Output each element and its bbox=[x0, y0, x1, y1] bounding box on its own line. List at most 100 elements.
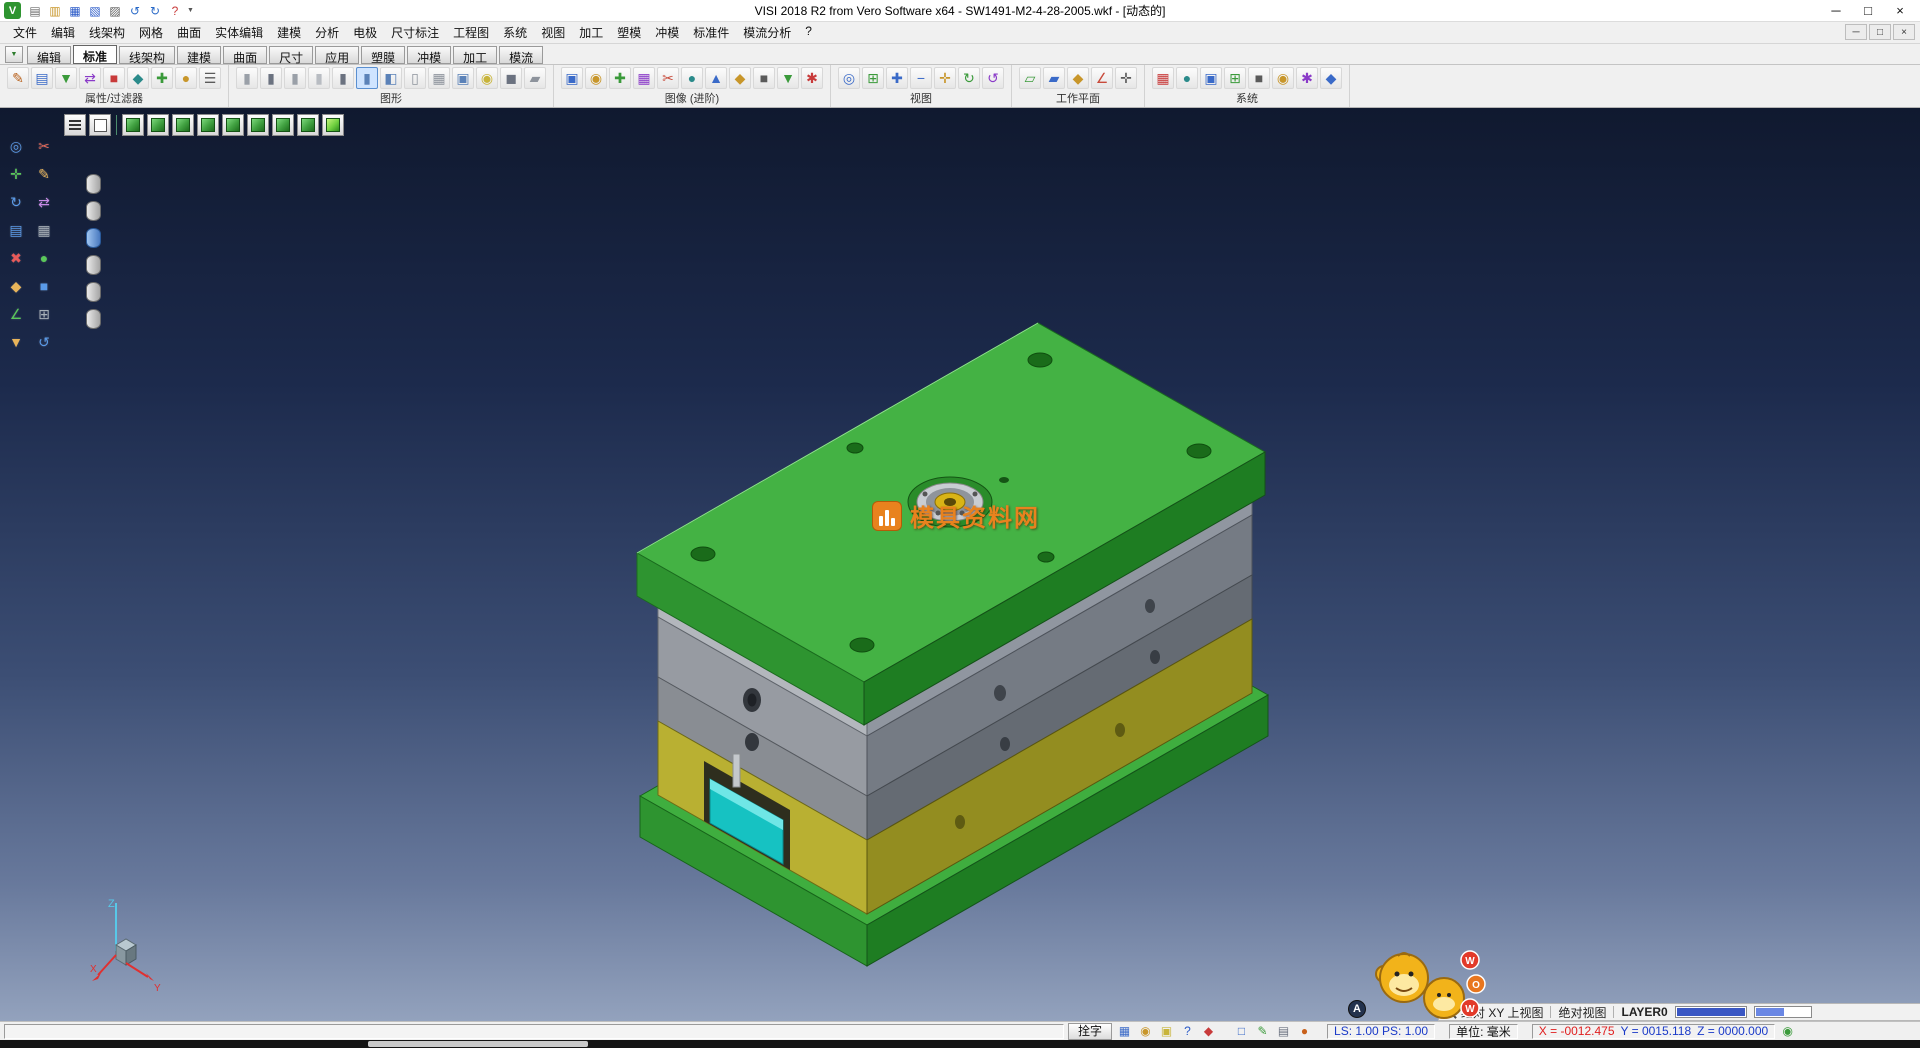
mirror-icon[interactable]: ⇄ bbox=[34, 192, 54, 212]
help-icon[interactable]: ? bbox=[166, 2, 184, 20]
new-file-icon[interactable]: ▤ bbox=[26, 2, 44, 20]
render-icon[interactable]: ▰ bbox=[524, 67, 546, 89]
settings-icon[interactable]: ✱ bbox=[1296, 67, 1318, 89]
minimize-button[interactable]: ─ bbox=[1820, 1, 1852, 21]
tab-dropdown-icon[interactable]: ▼ bbox=[5, 46, 23, 63]
tab-mold[interactable]: 塑膜 bbox=[361, 46, 405, 64]
menu-item[interactable]: 分析 bbox=[308, 22, 346, 43]
background-icon[interactable]: ▣ bbox=[452, 67, 474, 89]
undo-icon[interactable]: ↺ bbox=[126, 2, 144, 20]
notes-icon[interactable]: ▼ bbox=[6, 332, 26, 352]
menu-item[interactable]: 系统 bbox=[496, 22, 534, 43]
tab-application[interactable]: 应用 bbox=[315, 46, 359, 64]
globe-icon[interactable]: ● bbox=[1176, 67, 1198, 89]
type-filter-icon[interactable]: ◆ bbox=[127, 67, 149, 89]
menu-item[interactable]: 标准件 bbox=[686, 22, 736, 43]
view-right-icon[interactable] bbox=[222, 114, 244, 136]
menu-item[interactable]: 冲模 bbox=[648, 22, 686, 43]
save-all-icon[interactable]: ▧ bbox=[86, 2, 104, 20]
layers-panel-icon[interactable]: ▤ bbox=[6, 220, 26, 240]
menu-item[interactable]: ? bbox=[798, 22, 819, 43]
view-left-icon[interactable] bbox=[197, 114, 219, 136]
quick-access-caret-icon[interactable]: ▼ bbox=[187, 7, 194, 14]
open-file-icon[interactable]: ▥ bbox=[46, 2, 64, 20]
hidden-line-mode-icon[interactable]: ▮ bbox=[332, 67, 354, 89]
zoom-out-icon[interactable]: − bbox=[910, 67, 932, 89]
image-diamond-icon[interactable]: ◆ bbox=[729, 67, 751, 89]
image-grid-icon[interactable]: ▦ bbox=[633, 67, 655, 89]
workplane-angle-icon[interactable]: ∠ bbox=[1091, 67, 1113, 89]
menu-item[interactable]: 编辑 bbox=[44, 22, 82, 43]
view-frame-icon[interactable] bbox=[89, 114, 111, 136]
menu-item[interactable]: 塑模 bbox=[610, 22, 648, 43]
viewport-canvas[interactable]: ◎✂✛✎↻⇄▤▦✖●◆■∠⊞▼↺ 模具资料网 Z X Y 绝对 XY 上视图 绝… bbox=[0, 108, 1920, 1021]
menu-item[interactable]: 网格 bbox=[132, 22, 170, 43]
workplane-xz-icon[interactable]: ▰ bbox=[1043, 67, 1065, 89]
grid-icon[interactable]: ⊞ bbox=[1224, 67, 1246, 89]
image-point-icon[interactable]: ● bbox=[681, 67, 703, 89]
shaded-mode-icon[interactable]: ▮ bbox=[260, 67, 282, 89]
status-folder-icon[interactable]: ▣ bbox=[1158, 1023, 1175, 1040]
measure-icon[interactable]: ✛ bbox=[6, 164, 26, 184]
visibility-toggle-4[interactable] bbox=[86, 255, 101, 275]
status-doc-icon[interactable]: ▤ bbox=[1275, 1023, 1292, 1040]
zoom-window-icon[interactable]: ◎ bbox=[6, 136, 26, 156]
tab-flow[interactable]: 模流 bbox=[499, 46, 543, 64]
view-list-icon[interactable] bbox=[64, 114, 86, 136]
view-back-icon[interactable] bbox=[172, 114, 194, 136]
workplane-xy-icon[interactable]: ▱ bbox=[1019, 67, 1041, 89]
attributes-icon[interactable]: ◆ bbox=[6, 276, 26, 296]
status-world-icon[interactable]: ● bbox=[1296, 1023, 1313, 1040]
workplane-yz-icon[interactable]: ◆ bbox=[1067, 67, 1089, 89]
tab-standard[interactable]: 标准 bbox=[73, 45, 117, 64]
status-snap-icon[interactable]: ◆ bbox=[1200, 1023, 1217, 1040]
workplane-reset-icon[interactable]: ✛ bbox=[1115, 67, 1137, 89]
image-block-icon[interactable]: ■ bbox=[753, 67, 775, 89]
group-icon[interactable]: ■ bbox=[34, 276, 54, 296]
add-filter-icon[interactable]: ✚ bbox=[151, 67, 173, 89]
pan-icon[interactable]: ✛ bbox=[934, 67, 956, 89]
menu-item[interactable]: 模流分析 bbox=[736, 22, 798, 43]
shaded-edges-mode-icon[interactable]: ▮ bbox=[284, 67, 306, 89]
layers-icon[interactable]: ▤ bbox=[31, 67, 53, 89]
visibility-toggle-6[interactable] bbox=[86, 309, 101, 329]
menu-item[interactable]: 曲面 bbox=[170, 22, 208, 43]
status-monitor-icon[interactable]: □ bbox=[1233, 1023, 1250, 1040]
status-color-icon[interactable]: ◉ bbox=[1137, 1023, 1154, 1040]
visibility-toggle-2[interactable] bbox=[86, 201, 101, 221]
visibility-toggle-5[interactable] bbox=[86, 282, 101, 302]
menu-item[interactable]: 视图 bbox=[534, 22, 572, 43]
menu-item[interactable]: 建模 bbox=[270, 22, 308, 43]
app-logo-icon[interactable]: V bbox=[4, 2, 21, 19]
color-filter-icon[interactable]: ■ bbox=[103, 67, 125, 89]
visibility-toggle-3[interactable] bbox=[86, 228, 101, 248]
child-close-button[interactable]: × bbox=[1893, 24, 1915, 40]
status-help-icon[interactable]: ? bbox=[1179, 1023, 1196, 1040]
image-up-icon[interactable]: ▲ bbox=[705, 67, 727, 89]
match-properties-icon[interactable]: ⇄ bbox=[79, 67, 101, 89]
text-lock-button[interactable]: 拴字 bbox=[1068, 1023, 1112, 1040]
snap-grid-icon[interactable]: ⊞ bbox=[34, 304, 54, 324]
image-new-icon[interactable]: ▣ bbox=[561, 67, 583, 89]
close-button[interactable]: × bbox=[1884, 1, 1916, 21]
rotate-icon[interactable]: ↻ bbox=[6, 192, 26, 212]
previous-view-icon[interactable]: ↺ bbox=[982, 67, 1004, 89]
save-icon[interactable]: ▦ bbox=[66, 2, 84, 20]
wireframe-mode-icon[interactable]: ▮ bbox=[236, 67, 258, 89]
trim-icon[interactable]: ✂ bbox=[34, 136, 54, 156]
menu-item[interactable]: 电极 bbox=[346, 22, 384, 43]
view-bottom-icon[interactable] bbox=[272, 114, 294, 136]
refresh-icon[interactable]: ↺ bbox=[34, 332, 54, 352]
zoom-fit-icon[interactable]: ◎ bbox=[838, 67, 860, 89]
delete-icon[interactable]: ✖ bbox=[6, 248, 26, 268]
world-icon[interactable]: ◉ bbox=[1779, 1023, 1796, 1040]
menu-item[interactable]: 工程图 bbox=[446, 22, 496, 43]
section-view-icon[interactable]: ◧ bbox=[380, 67, 402, 89]
reflection-icon[interactable]: ▯ bbox=[404, 67, 426, 89]
visibility-toggle-1[interactable] bbox=[86, 174, 101, 194]
calculator-icon[interactable]: ■ bbox=[1248, 67, 1270, 89]
view-dynamic-icon[interactable] bbox=[322, 114, 344, 136]
zoom-in-icon[interactable]: ✚ bbox=[886, 67, 908, 89]
tab-die[interactable]: 冲模 bbox=[407, 46, 451, 64]
dynamic-hide-mode-icon[interactable]: ▮ bbox=[356, 67, 378, 89]
